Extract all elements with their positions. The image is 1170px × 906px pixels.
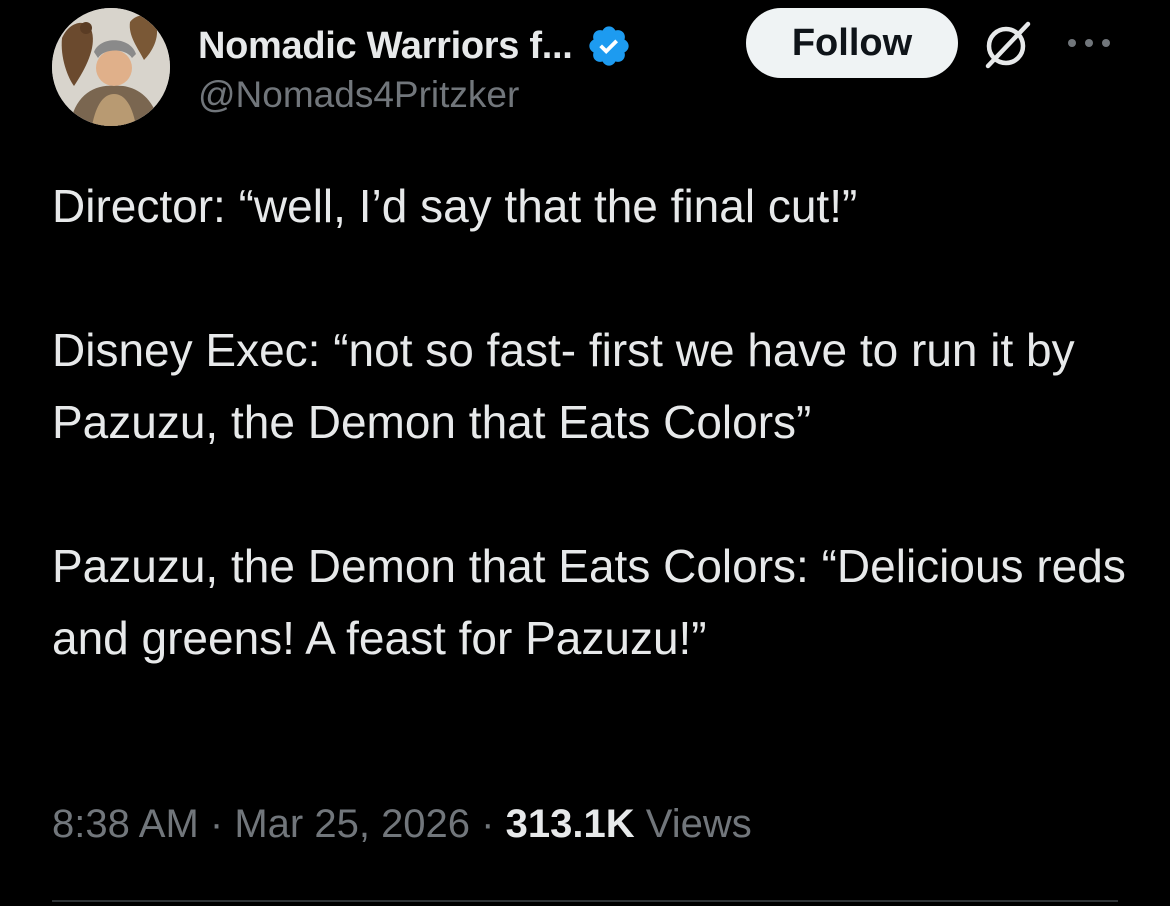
display-name[interactable]: Nomadic Warriors f...: [198, 25, 573, 68]
tweet-paragraph: Disney Exec: “not so fast- first we have…: [52, 324, 1075, 448]
tweet-text: Director: “well, I’d say that the final …: [52, 170, 1132, 674]
follow-button[interactable]: Follow: [746, 8, 958, 78]
avatar-image: [52, 8, 170, 126]
divider: [52, 900, 1118, 902]
tweet-paragraph: Pazuzu, the Demon that Eats Colors: “Del…: [52, 540, 1126, 664]
tweet-meta: 8:38 AM · Mar 25, 2026 · 313.1K Views: [52, 796, 752, 852]
meta-separator: ·: [209, 802, 224, 846]
meta-separator: ·: [481, 802, 495, 846]
views-label: Views: [645, 802, 752, 846]
tweet-time[interactable]: 8:38 AM: [52, 802, 199, 846]
avatar[interactable]: [52, 8, 170, 126]
views-count[interactable]: 313.1K: [506, 802, 635, 846]
tweet-paragraph: Director: “well, I’d say that the final …: [52, 180, 858, 232]
tweet-header: Nomadic Warriors f... Follow @Nomads4Pri…: [52, 8, 1122, 128]
grok-icon[interactable]: [980, 16, 1036, 72]
name-row: Nomadic Warriors f...: [198, 18, 632, 74]
user-handle[interactable]: @Nomads4Pritzker: [198, 74, 519, 116]
tweet-date[interactable]: Mar 25, 2026: [234, 802, 470, 846]
verified-badge-icon: [586, 23, 632, 69]
more-dots-icon[interactable]: [1064, 30, 1114, 56]
